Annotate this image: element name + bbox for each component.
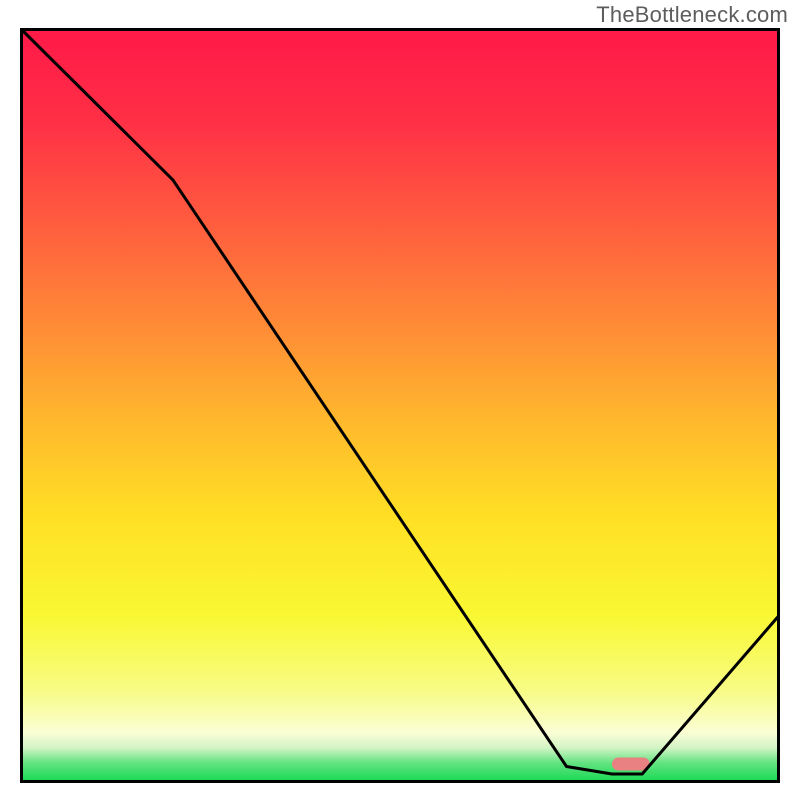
watermark-text: TheBottleneck.com (596, 2, 788, 28)
plot-area (20, 28, 780, 783)
bottleneck-chart-svg (20, 28, 780, 783)
optimal-range-marker (612, 758, 650, 771)
chart-container: TheBottleneck.com (0, 0, 800, 800)
